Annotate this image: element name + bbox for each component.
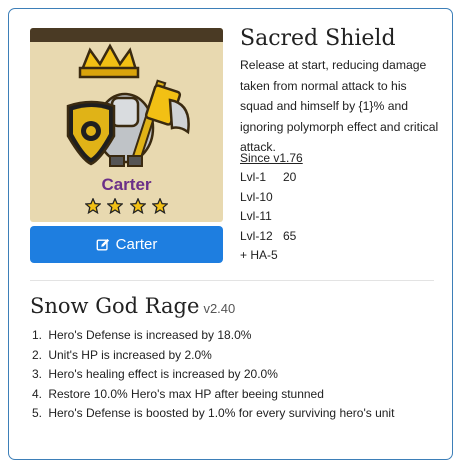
list-item: 1. Hero's Defense is increased by 18.0% [32,326,394,346]
level-label: Lvl-11 [240,209,272,224]
level-label: + HA-5 [240,248,278,263]
effect-text: Unit's HP is increased by 2.0% [48,347,212,362]
rage-version: v2.40 [203,301,236,316]
effect-number: 3. [32,367,43,382]
rage-title: Snow God Rage v2.40 [30,294,235,318]
section-divider [30,280,434,281]
effect-text: Hero's Defense is boosted by 1.0% for ev… [48,406,395,421]
level-value: 65 [283,228,297,243]
star-icon [84,198,101,214]
effect-text: Hero's Defense is increased by 18.0% [48,328,252,342]
hero-button-label: Carter [115,236,158,253]
level-row: Lvl-10 [240,188,296,208]
star-icon [152,198,169,214]
level-row: Lvl-1 20 [240,168,296,188]
star-icon [129,198,146,214]
edit-icon [96,238,109,251]
level-row: + HA-5 [240,246,296,266]
level-row: Lvl-11 [240,207,296,227]
effect-text: Restore 10.0% Hero's max HP after beeing… [48,386,324,401]
effect-number: 4. [32,386,43,401]
level-row: Lvl-12 65 [240,227,296,247]
list-item: 4. Restore 10.0% Hero's max HP after bee… [32,385,394,405]
hero-name: Carter [101,175,152,194]
level-label: Lvl-1 [240,170,267,184]
level-label: Lvl-12 [240,228,273,243]
effect-text: Hero's healing effect is increased by 20… [48,367,278,382]
list-item: 3. Hero's healing effect is increased by… [32,365,394,385]
skill-since-version: Since v1.76 [240,151,303,165]
hero-edit-button[interactable]: Carter [30,226,223,263]
skill-title: Sacred Shield [240,26,396,51]
hero-skill-card: Carter Carter Sacred Shield Release at s… [8,8,453,460]
hero-portrait: Carter [30,28,223,222]
effect-number: 5. [32,406,43,421]
effect-number: 1. [32,328,43,342]
skill-description: Release at start, reducing damage taken … [240,58,439,154]
list-item: 2. Unit's HP is increased by 2.0% [32,346,394,366]
level-label: Lvl-10 [240,189,273,204]
skill-level-list: Lvl-1 20 Lvl-10 Lvl-11 Lvl-12 65 + HA-5 [240,168,296,266]
list-item: 5. Hero's Defense is boosted by 1.0% for… [32,404,394,424]
star-icon [107,198,124,214]
effect-number: 2. [32,347,43,362]
hero-star-rating [30,198,223,219]
rage-effect-list: 1. Hero's Defense is increased by 18.0% … [32,326,394,424]
level-value: 20 [283,170,297,184]
rage-title-text: Snow God Rage [30,294,200,318]
